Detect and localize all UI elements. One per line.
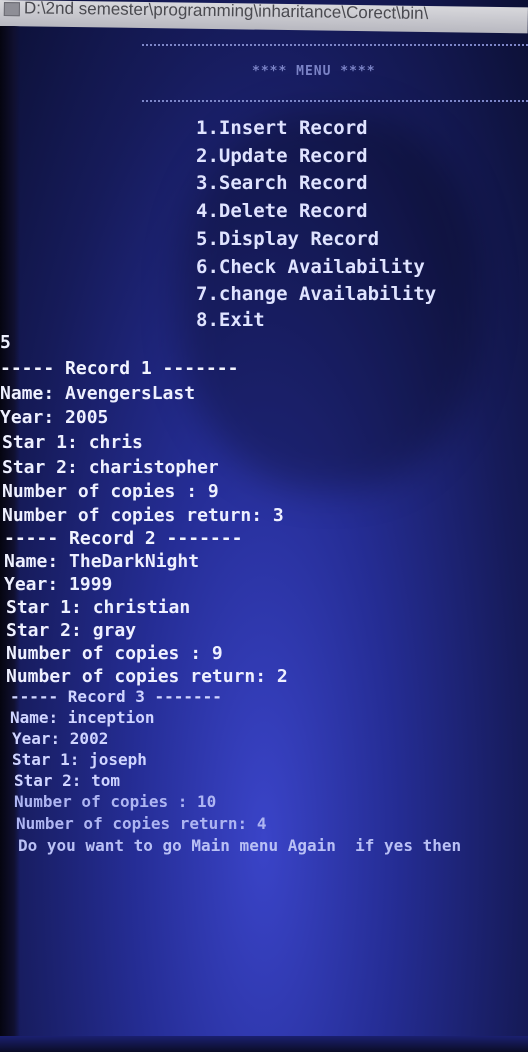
window-titlebar[interactable]: D:\2nd semester\programming\inharitance\… [0, 0, 528, 34]
menu-item-display: 5.Display Record [196, 228, 380, 250]
record-2-year: Year: 1999 [4, 574, 113, 595]
console-output: **** MENU **** 1.Insert Record 2.Update … [0, 30, 528, 885]
menu-item-insert: 1.Insert Record [196, 117, 368, 139]
record-3-copies: Number of copies : 10 [14, 792, 217, 811]
record-1-star1: Star 1: chris [2, 432, 143, 453]
menu-item-update: 2.Update Record [196, 145, 368, 167]
record-3-star2: Star 2: tom [14, 771, 120, 790]
menu-item-search: 3.Search Record [196, 172, 368, 194]
record-1-star2: Star 2: charistopher [2, 457, 219, 478]
main-menu-prompt: Do you want to go Main menu Again if yes… [18, 836, 462, 855]
menu-item-exit: 8.Exit [196, 309, 265, 331]
record-3-year: Year: 2002 [12, 729, 109, 748]
record-3-name: Name: inception [10, 708, 155, 727]
menu-bottom-border [142, 100, 528, 104]
record-3-header: ----- Record 3 ------- [10, 687, 222, 706]
record-2-star1: Star 1: christian [6, 597, 191, 618]
record-2-copies: Number of copies : 9 [6, 643, 223, 664]
record-1-returned: Number of copies return: 3 [2, 505, 284, 526]
monitor-bottom-bezel [0, 1036, 528, 1052]
record-3-returned: Number of copies return: 4 [16, 814, 267, 833]
record-3-star1: Star 1: joseph [12, 750, 147, 769]
menu-item-delete: 4.Delete Record [196, 200, 368, 222]
menu-title: **** MENU **** [252, 64, 376, 79]
record-1-year: Year: 2005 [0, 407, 109, 428]
user-input-echo: 5 [0, 332, 11, 353]
console-app-icon [3, 2, 20, 17]
record-1-header: ----- Record 1 ------- [0, 358, 239, 379]
menu-top-border [142, 44, 528, 48]
record-2-star2: Star 2: gray [6, 620, 137, 641]
record-1-copies: Number of copies : 9 [2, 481, 219, 502]
record-1-name: Name: AvengersLast [0, 383, 196, 404]
window-title: D:\2nd semester\programming\inharitance\… [23, 0, 429, 23]
menu-item-check-availability: 6.Check Availability [196, 256, 425, 278]
record-2-returned: Number of copies return: 2 [6, 666, 288, 687]
record-2-header: ----- Record 2 ------- [4, 528, 243, 549]
menu-item-change-availability: 7.change Availability [196, 283, 437, 305]
record-2-name: Name: TheDarkNight [4, 551, 200, 572]
console-window: D:\2nd semester\programming\inharitance\… [0, 0, 528, 1052]
